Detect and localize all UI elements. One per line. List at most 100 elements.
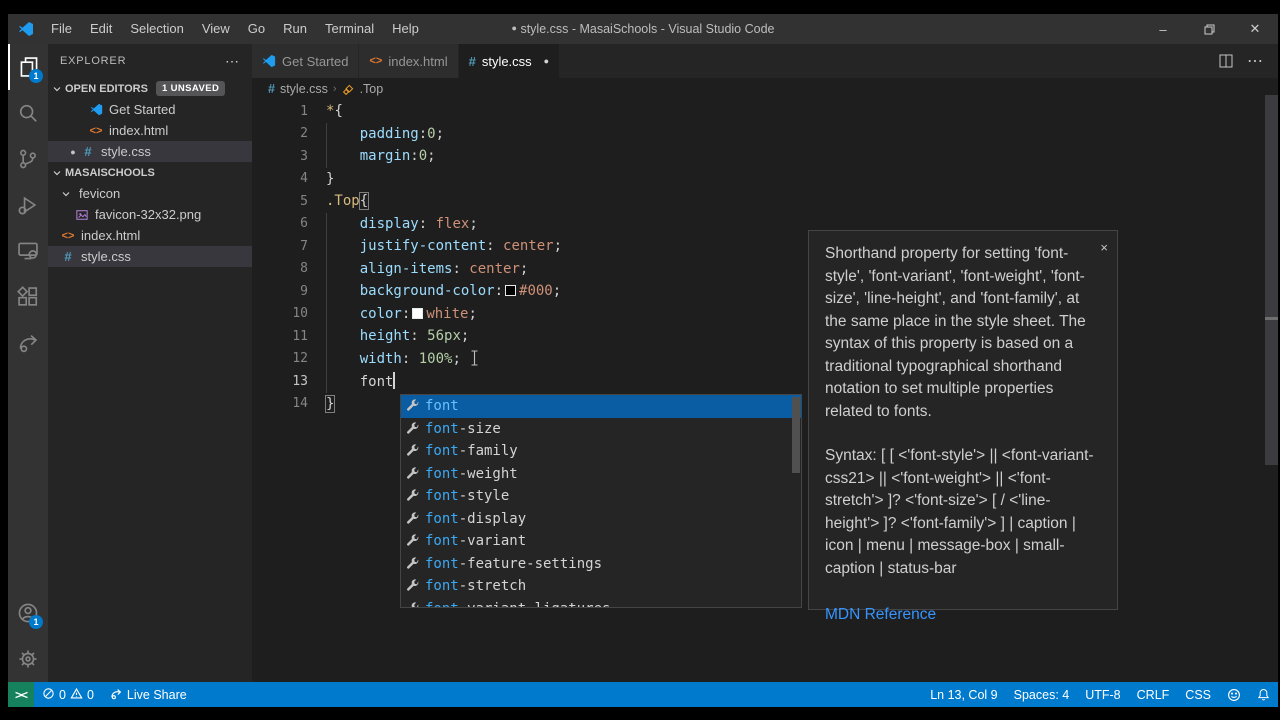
suggest-item-font-family[interactable]: font-family	[401, 440, 801, 463]
tab-style-css[interactable]: # style.css ●	[458, 44, 560, 78]
activity-search-icon[interactable]	[8, 90, 48, 136]
breadcrumb-file[interactable]: style.css	[280, 82, 328, 96]
suggest-item-font-variant-ligatures[interactable]: font-variant-ligatures	[401, 598, 801, 607]
errors-icon	[42, 687, 55, 703]
line-number: 14	[292, 396, 308, 412]
code-line-5[interactable]: 5 .Top{	[252, 190, 1265, 213]
menu-item-file[interactable]: File	[42, 14, 81, 44]
activity-account-icon[interactable]: 1	[8, 590, 48, 636]
suggest-item-font-weight[interactable]: font-weight	[401, 463, 801, 486]
breadcrumb: # style.css › .Top	[252, 78, 1278, 100]
errors-count: 0	[59, 687, 66, 702]
problems-status[interactable]: 0 0	[34, 682, 102, 707]
suggest-item-label: font-stretch	[425, 578, 527, 595]
line-number: 6	[300, 216, 308, 232]
tab-index-html[interactable]: <> index.html	[359, 44, 458, 78]
notifications-bell-icon[interactable]	[1249, 682, 1278, 707]
cursor-position-status[interactable]: Ln 13, Col 9	[922, 682, 1005, 707]
suggest-item-font-style[interactable]: font-style	[401, 485, 801, 508]
menubar: File Edit Selection View Go Run Terminal Help	[42, 14, 428, 44]
menu-item-edit[interactable]: Edit	[81, 14, 121, 44]
activity-source-control-icon[interactable]	[8, 136, 48, 182]
remote-indicator[interactable]: ><	[8, 682, 35, 707]
explorer-more-actions-icon[interactable]: ⋯	[225, 53, 240, 70]
code-line-1[interactable]: 1 *{	[252, 100, 1265, 123]
suggest-item-font-display[interactable]: font-display	[401, 508, 801, 531]
tree-item-favicon-png[interactable]: favicon-32x32.png	[48, 204, 252, 225]
open-editor-get-started[interactable]: Get Started	[48, 99, 252, 120]
file-label: Get Started	[109, 102, 176, 117]
menu-item-terminal[interactable]: Terminal	[316, 14, 383, 44]
file-label: index.html	[109, 123, 169, 138]
editor-area: Get Started <> index.html # style.css ● …	[252, 44, 1278, 682]
open-editor-style-css[interactable]: ● # style.css	[48, 141, 252, 162]
activity-remote-explorer-icon[interactable]	[8, 228, 48, 274]
tree-item-style-css[interactable]: # style.css	[48, 246, 252, 267]
menu-item-go[interactable]: Go	[239, 14, 274, 44]
suggest-item-label: font-size	[425, 420, 501, 437]
menu-item-help[interactable]: Help	[383, 14, 428, 44]
close-button[interactable]: ✕	[1232, 14, 1278, 44]
code-line-4[interactable]: 4}	[252, 168, 1265, 191]
property-wrench-icon	[406, 467, 420, 481]
language-mode-status[interactable]: CSS	[1177, 682, 1219, 707]
folder-section-masaischools[interactable]: MASAISCHOOLS	[48, 162, 252, 183]
line-number: 7	[300, 238, 308, 254]
code-text: background-color: #000;	[359, 283, 562, 300]
line-number: 8	[300, 261, 308, 277]
open-editor-index-html[interactable]: <> index.html	[48, 120, 252, 141]
code-text: margin:0;	[359, 148, 436, 165]
code-text: width: 100%;	[308, 350, 479, 367]
close-icon[interactable]: ×	[1100, 237, 1108, 260]
suggest-item-label: font-variant-ligatures	[425, 601, 610, 607]
activity-files-icon[interactable]: 1	[8, 44, 48, 90]
minimize-button[interactable]: –	[1140, 14, 1186, 44]
suggest-item-font-size[interactable]: font-size	[401, 418, 801, 441]
code-text: }	[325, 394, 336, 413]
suggest-item-font-stretch[interactable]: font-stretch	[401, 575, 801, 598]
property-wrench-icon	[406, 557, 420, 571]
vscode-file-icon	[88, 103, 104, 116]
menu-item-run[interactable]: Run	[274, 14, 316, 44]
tab-get-started[interactable]: Get Started	[252, 44, 359, 78]
vscode-logo-icon	[19, 22, 33, 36]
suggest-item-font[interactable]: font	[401, 395, 801, 418]
suggest-widget: font font-size font-family font-weight font-…	[400, 394, 802, 608]
status-bar: >< 0 0 Live Share Ln 13, Col 9 Spaces: 4…	[8, 682, 1278, 707]
suggest-item-font-feature-settings[interactable]: font-feature-settings	[401, 553, 801, 576]
activity-settings-gear-icon[interactable]	[8, 636, 48, 682]
activity-extensions-icon[interactable]	[8, 274, 48, 320]
suggest-item-font-variant[interactable]: font-variant	[401, 530, 801, 553]
eol-status[interactable]: CRLF	[1129, 682, 1178, 707]
code-text: }	[326, 170, 335, 187]
feedback-smiley-icon[interactable]	[1219, 682, 1249, 707]
suggest-scrollbar[interactable]	[792, 397, 800, 473]
open-editors-section[interactable]: OPEN EDITORS 1 UNSAVED	[48, 78, 252, 99]
tab-bar: Get Started <> index.html # style.css ● …	[252, 44, 1278, 78]
live-share-status[interactable]: Live Share	[102, 682, 195, 707]
maximize-button[interactable]	[1186, 14, 1232, 44]
menu-item-selection[interactable]: Selection	[121, 14, 192, 44]
tree-item-fevicon[interactable]: fevicon	[48, 183, 252, 204]
color-swatch[interactable]	[505, 285, 517, 297]
split-editor-icon[interactable]	[1219, 54, 1233, 68]
file-label: favicon-32x32.png	[95, 207, 202, 222]
editor-scrollbar[interactable]	[1265, 95, 1278, 465]
mdn-reference-link[interactable]: MDN Reference	[825, 604, 1101, 627]
encoding-status[interactable]: UTF-8	[1077, 682, 1128, 707]
activity-live-share-icon[interactable]	[8, 320, 48, 366]
code-text: padding:0;	[359, 125, 445, 142]
editor-more-actions-icon[interactable]: ⋯	[1247, 51, 1264, 71]
html-file-icon: <>	[369, 55, 383, 67]
tree-item-index-html[interactable]: <> index.html	[48, 225, 252, 246]
indentation-status[interactable]: Spaces: 4	[1006, 682, 1078, 707]
line-number: 9	[300, 283, 308, 299]
menu-item-view[interactable]: View	[193, 14, 239, 44]
explorer-title: EXPLORER	[60, 55, 127, 67]
dirty-dot-icon: ●	[70, 146, 76, 157]
activity-run-debug-icon[interactable]	[8, 182, 48, 228]
code-line-3[interactable]: 3 margin:0;	[252, 145, 1265, 168]
color-swatch[interactable]	[412, 307, 424, 319]
breadcrumb-symbol[interactable]: .Top	[360, 82, 384, 96]
code-line-2[interactable]: 2 padding:0;	[252, 123, 1265, 146]
